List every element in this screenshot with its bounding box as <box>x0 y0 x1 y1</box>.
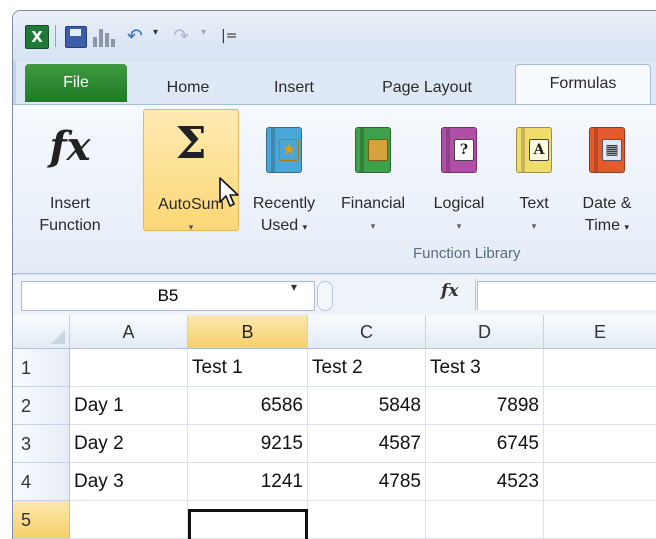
undo-dropdown-icon[interactable]: ▾ <box>153 27 158 38</box>
cell-e1[interactable] <box>544 349 656 387</box>
text-dropdown-icon[interactable]: ▾ <box>501 215 567 237</box>
cell-c5[interactable] <box>308 501 426 539</box>
cell-b3[interactable]: 9215 <box>188 425 308 463</box>
cell-c3[interactable]: 4587 <box>308 425 426 463</box>
tab-file[interactable]: File <box>25 64 127 102</box>
toolbar-separator <box>55 25 56 47</box>
function-library-group-label: Function Library <box>413 245 521 262</box>
recently-used-label-line1: Recently <box>252 195 316 212</box>
autosum-dropdown-icon[interactable]: ▾ <box>138 216 244 238</box>
logical-label: Logical <box>433 195 485 212</box>
row-header-5[interactable]: 5 <box>13 501 70 539</box>
customize-icon[interactable]: |= <box>221 25 237 47</box>
text-book-icon: A <box>516 127 552 173</box>
cell-e5[interactable] <box>544 501 656 539</box>
cell-b2[interactable]: 6586 <box>188 387 308 425</box>
row-header-4[interactable]: 4 <box>13 463 70 501</box>
ribbon-tabs: File Home Insert Page Layout Formulas <box>13 61 656 105</box>
cell-a3[interactable]: Day 2 <box>70 425 188 463</box>
formula-bar-resize-handle[interactable] <box>317 281 333 311</box>
column-header-c[interactable]: C <box>308 315 426 349</box>
formula-input[interactable] <box>477 281 656 310</box>
cell-d4[interactable]: 4523 <box>426 463 544 501</box>
text-button[interactable]: A Text ▾ <box>507 109 561 231</box>
logical-button[interactable]: ? Logical ▾ <box>423 109 495 231</box>
insert-function-icon[interactable]: fx <box>441 281 458 301</box>
cell-a1[interactable] <box>70 349 188 387</box>
save-icon[interactable] <box>65 26 87 48</box>
cell-e2[interactable] <box>544 387 656 425</box>
column-header-a[interactable]: A <box>70 315 188 349</box>
redo-dropdown-icon[interactable]: ▾ <box>201 27 206 38</box>
column-header-b[interactable]: B <box>188 315 308 349</box>
insert-function-label-line1: Insert <box>49 195 90 212</box>
date-time-label-line2: Time <box>585 217 620 234</box>
financial-dropdown-icon[interactable]: ▾ <box>323 215 423 237</box>
cell-e4[interactable] <box>544 463 656 501</box>
recently-used-button[interactable]: ★ Recently Used ▾ <box>243 109 325 234</box>
ribbon-formulas: fx Insert Function Σ AutoSum ▾ ★ Recentl… <box>13 104 656 274</box>
active-cell-border <box>188 509 308 539</box>
cell-d2[interactable]: 7898 <box>426 387 544 425</box>
date-time-button[interactable]: ▦ Date & Time ▾ <box>571 109 643 234</box>
name-box-dropdown-icon[interactable]: ▾ <box>291 280 297 294</box>
name-box[interactable]: B5 <box>21 281 315 311</box>
insert-function-label-line2: Function <box>39 217 101 234</box>
recently-used-label-line2: Used <box>260 217 299 234</box>
tab-formulas[interactable]: Formulas <box>515 64 651 104</box>
cell-d5[interactable] <box>426 501 544 539</box>
row-header-2[interactable]: 2 <box>13 387 70 425</box>
tab-page-layout[interactable]: Page Layout <box>363 74 491 102</box>
cell-c4[interactable]: 4785 <box>308 463 426 501</box>
column-header-d[interactable]: D <box>426 315 544 349</box>
cell-a2[interactable]: Day 1 <box>70 387 188 425</box>
excel-icon[interactable]: X <box>25 25 49 49</box>
mouse-cursor-icon <box>219 177 239 207</box>
tab-insert[interactable]: Insert <box>255 74 333 102</box>
logical-dropdown-icon[interactable]: ▾ <box>417 215 501 237</box>
cell-d1[interactable]: Test 3 <box>426 349 544 387</box>
formula-bar: B5 ▾ fx <box>13 275 656 316</box>
quick-access-toolbar: X ↶ ▾ ↷ ▾ |= <box>13 11 656 61</box>
insert-function-button[interactable]: fx Insert Function <box>31 109 109 234</box>
cell-e3[interactable] <box>544 425 656 463</box>
text-label: Text <box>519 195 549 212</box>
recently-used-dropdown-icon[interactable]: ▾ <box>303 222 308 232</box>
logical-book-icon: ? <box>441 127 477 173</box>
function-icon: fx <box>49 123 91 170</box>
worksheet-grid: A B C D E 1 2 3 4 5 Test 1 Test 2 Test 3… <box>13 315 656 539</box>
cell-d3[interactable]: 6745 <box>426 425 544 463</box>
undo-icon[interactable]: ↶ <box>127 25 149 47</box>
column-header-e[interactable]: E <box>544 315 656 349</box>
formula-bar-divider <box>475 279 476 311</box>
excel-window: X ↶ ▾ ↷ ▾ |= File Home Insert Page Layou… <box>12 10 656 539</box>
cell-b1[interactable]: Test 1 <box>188 349 308 387</box>
autosum-label: AutoSum <box>158 196 224 213</box>
tab-home[interactable]: Home <box>151 74 225 102</box>
cell-a4[interactable]: Day 3 <box>70 463 188 501</box>
redo-icon[interactable]: ↷ <box>173 25 195 47</box>
sigma-icon: Σ <box>175 118 207 169</box>
financial-button[interactable]: Financial ▾ <box>329 109 417 231</box>
cell-c2[interactable]: 5848 <box>308 387 426 425</box>
date-time-label-line1: Date & <box>582 195 632 212</box>
row-header-1[interactable]: 1 <box>13 349 70 387</box>
financial-book-icon <box>355 127 391 173</box>
row-header-3[interactable]: 3 <box>13 425 70 463</box>
select-all-corner[interactable] <box>13 315 70 349</box>
recently-used-book-icon: ★ <box>266 127 302 173</box>
chart-icon[interactable] <box>93 25 115 47</box>
cell-c1[interactable]: Test 2 <box>308 349 426 387</box>
cell-a5[interactable] <box>70 501 188 539</box>
date-time-book-icon: ▦ <box>589 127 625 173</box>
autosum-button[interactable]: Σ AutoSum ▾ <box>143 109 239 232</box>
date-time-dropdown-icon[interactable]: ▾ <box>624 222 629 232</box>
cell-b4[interactable]: 1241 <box>188 463 308 501</box>
financial-label: Financial <box>340 195 406 212</box>
